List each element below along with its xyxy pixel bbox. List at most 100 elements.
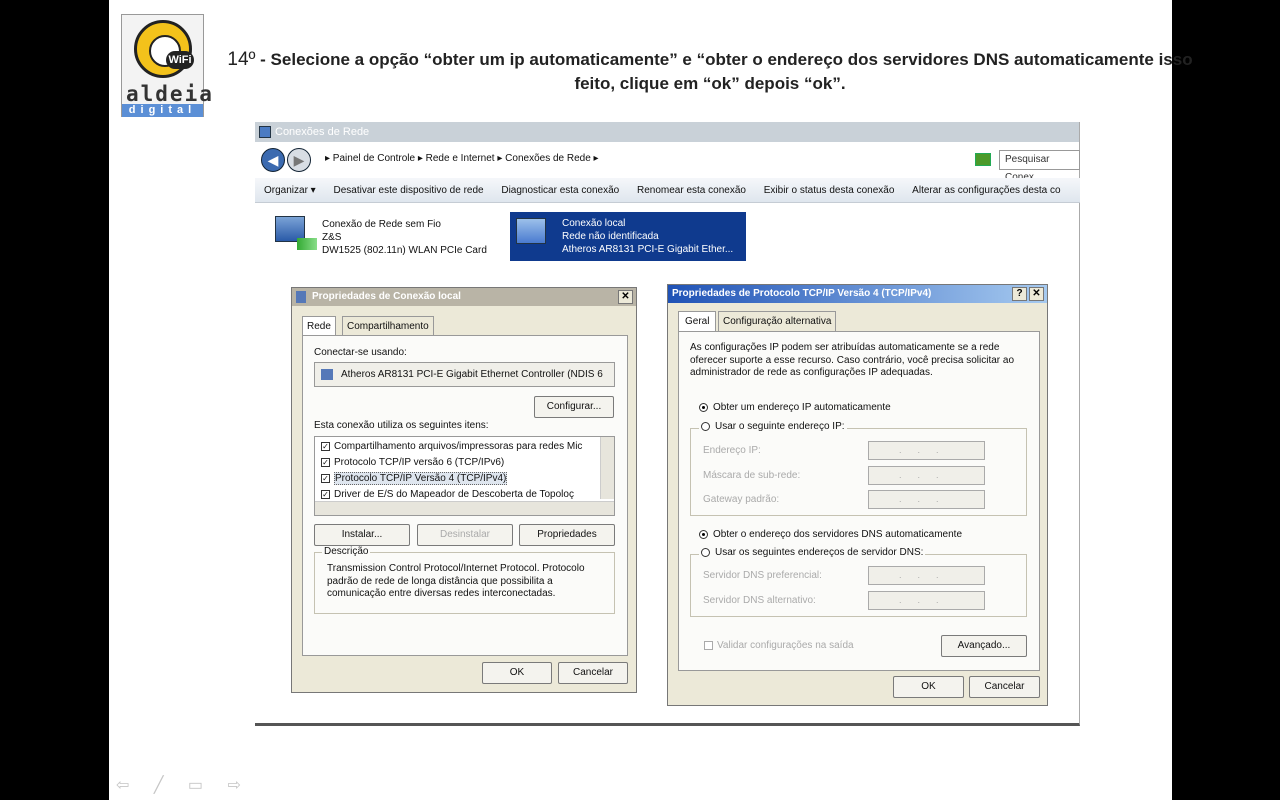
wifi-logo-icon [134, 20, 192, 78]
preferred-dns-field[interactable]: ... [868, 566, 985, 585]
ok-button[interactable]: OK [893, 676, 964, 698]
wireless-name: Conexão de Rede sem Fio [322, 219, 441, 230]
mask-label: Máscara de sub-rede: [703, 470, 801, 481]
back-arrow-icon[interactable]: ◀ [261, 148, 285, 172]
adapter-name: Atheros AR8131 PCI-E Gigabit Ethernet Co… [341, 369, 603, 380]
list-item[interactable]: ✓ Protocolo TCP/IP versão 6 (TCP/IPv6) [315, 455, 614, 471]
intro-text: As configurações IP podem ser atribuídas… [690, 342, 1015, 378]
wifi-badge: WiFi [166, 51, 194, 69]
ip-address-field[interactable]: ... [868, 441, 985, 460]
command-bar: Organizar ▾ Desativar este dispositivo d… [255, 178, 1080, 203]
cmd-organize[interactable]: Organizar ▾ [264, 185, 316, 196]
wireless-adapter: DW1525 (802.11n) WLAN PCIe Card [322, 245, 487, 256]
radio-checked[interactable] [699, 529, 708, 539]
auto-dns-label: Obter o endereço dos servidores DNS auto… [713, 529, 963, 540]
item-ipv6: Protocolo TCP/IP versão 6 (TCP/IPv6) [334, 457, 505, 468]
connection-local[interactable]: Conexão local Rede não identificada Athe… [510, 212, 746, 261]
forward-arrow-icon[interactable]: ▶ [287, 148, 311, 172]
auto-ip-label: Obter um endereço IP automaticamente [713, 402, 891, 413]
tab-rede[interactable]: Rede [302, 316, 336, 336]
explorer-title: Conexões de Rede [275, 126, 370, 138]
subnet-mask-field[interactable]: ... [868, 466, 985, 485]
logo-text-aldeia: aldeia [126, 82, 214, 106]
tcp-titlebar: Propriedades de Protocolo TCP/IP Versão … [668, 285, 1047, 303]
cmd-change-settings[interactable]: Alterar as configurações desta co [912, 185, 1060, 196]
props-titlebar: Propriedades de Conexão local ✕ [292, 288, 636, 306]
description-group: Descrição Transmission Control Protocol/… [314, 546, 615, 614]
connect-using-label: Conectar-se usando: [314, 347, 407, 358]
validate-label: Validar configurações na saída [717, 640, 854, 651]
network-folder-icon [259, 126, 271, 138]
signal-bars-icon [297, 238, 317, 250]
search-input[interactable]: Pesquisar Conex [999, 150, 1080, 183]
items-list: ✓ Compartilhamento arquivos/impressoras p… [314, 436, 615, 516]
breadcrumb[interactable]: ▸ Painel de Controle ▸ Rede e Internet ▸… [325, 149, 975, 169]
cancel-button[interactable]: Cancelar [558, 662, 628, 684]
description-label: Descrição [322, 546, 371, 557]
close-icon[interactable]: ✕ [1029, 287, 1044, 301]
network-icon [296, 291, 306, 303]
validate-option[interactable]: Validar configurações na saída [704, 640, 854, 651]
cmd-status[interactable]: Exibir o status desta conexão [764, 185, 895, 196]
adapter-icon [321, 369, 333, 380]
cmd-diagnose[interactable]: Diagnosticar esta conexão [501, 185, 619, 196]
refresh-icon[interactable] [975, 153, 991, 166]
auto-ip-option[interactable]: Obter um endereço IP automaticamente [699, 402, 891, 413]
list-item-selected[interactable]: ✓ Protocolo TCP/IP Versão 4 (TCP/IPv4) [315, 471, 614, 487]
manual-ip-group: Usar o seguinte endereço IP: Endereço IP… [690, 421, 1027, 516]
tcp-title: Propriedades de Protocolo TCP/IP Versão … [672, 288, 932, 299]
cmd-disable[interactable]: Desativar este dispositivo de rede [334, 185, 484, 196]
wireless-ssid: Z&S [322, 232, 342, 243]
advanced-button[interactable]: Avançado... [941, 635, 1027, 657]
local-name: Conexão local [562, 218, 626, 229]
uninstall-button[interactable]: Desinstalar [417, 524, 513, 546]
configure-button[interactable]: Configurar... [534, 396, 614, 418]
item-file-sharing: Compartilhamento arquivos/impressoras pa… [334, 441, 583, 452]
props-title: Propriedades de Conexão local [312, 291, 461, 302]
install-button[interactable]: Instalar... [314, 524, 410, 546]
logo-text-digital: digital [122, 104, 203, 117]
list-item[interactable]: ✓ Compartilhamento arquivos/impressoras p… [315, 439, 614, 455]
gateway-label: Gateway padrão: [703, 494, 780, 505]
connection-properties-dialog: Propriedades de Conexão local ✕ Rede Com… [291, 287, 637, 693]
manual-ip-option[interactable]: Usar o seguinte endereço IP: [699, 421, 847, 432]
manual-dns-option[interactable]: Usar os seguintes endereços de servidor … [699, 547, 926, 558]
radio-unchecked[interactable] [701, 547, 710, 557]
horizontal-scrollbar[interactable] [315, 501, 614, 515]
item-ipv4: Protocolo TCP/IP Versão 4 (TCP/IPv4) [334, 472, 508, 485]
aldeia-digital-logo: WiFi aldeia digital [121, 14, 212, 117]
item-lltd: Driver de E/S do Mapeador de Descoberta … [334, 489, 574, 500]
tab-geral[interactable]: Geral [678, 311, 717, 331]
radio-unchecked[interactable] [701, 421, 710, 431]
slide-nav-icons[interactable]: ⇦ ╱ ▭ ⇨ [116, 775, 251, 795]
tab-config-alternativa[interactable]: Configuração alternativa [718, 311, 837, 331]
properties-button[interactable]: Propriedades [519, 524, 615, 546]
adapter-field: Atheros AR8131 PCI-E Gigabit Ethernet Co… [314, 362, 615, 387]
manual-ip-label: Usar o seguinte endereço IP: [715, 421, 845, 432]
tab-compartilhamento[interactable]: Compartilhamento [342, 316, 434, 336]
gateway-field[interactable]: ... [868, 490, 985, 509]
close-icon[interactable]: ✕ [618, 290, 633, 304]
local-adapter: Atheros AR8131 PCI-E Gigabit Ether... [562, 244, 734, 255]
slide-title: 14º - Selecione a opção “obter um ip aut… [220, 48, 1200, 96]
wireless-info: Conexão de Rede sem Fio Z&S DW1525 (802.… [322, 218, 487, 257]
explorer-titlebar: Conexões de Rede [255, 122, 1079, 142]
manual-dns-group: Usar os seguintes endereços de servidor … [690, 547, 1027, 617]
cancel-button[interactable]: Cancelar [969, 676, 1040, 698]
manual-dns-label: Usar os seguintes endereços de servidor … [715, 547, 924, 558]
step-text: - Selecione a opção “obter um ip automat… [255, 50, 1193, 93]
dns2-label: Servidor DNS alternativo: [703, 595, 816, 606]
alternate-dns-field[interactable]: ... [868, 591, 985, 610]
local-info: Conexão local Rede não identificada Athe… [562, 217, 733, 256]
vertical-scrollbar[interactable] [600, 437, 614, 499]
help-icon[interactable]: ? [1012, 287, 1027, 301]
local-status: Rede não identificada [562, 231, 659, 242]
auto-dns-option[interactable]: Obter o endereço dos servidores DNS auto… [699, 529, 962, 540]
cmd-rename[interactable]: Renomear esta conexão [637, 185, 746, 196]
rede-panel: Conectar-se usando: Atheros AR8131 PCI-E… [302, 335, 628, 656]
ip-label: Endereço IP: [703, 445, 761, 456]
geral-panel: As configurações IP podem ser atribuídas… [678, 331, 1040, 671]
ok-button[interactable]: OK [482, 662, 552, 684]
radio-checked[interactable] [699, 402, 708, 412]
description-text: Transmission Control Protocol/Internet P… [327, 563, 585, 599]
